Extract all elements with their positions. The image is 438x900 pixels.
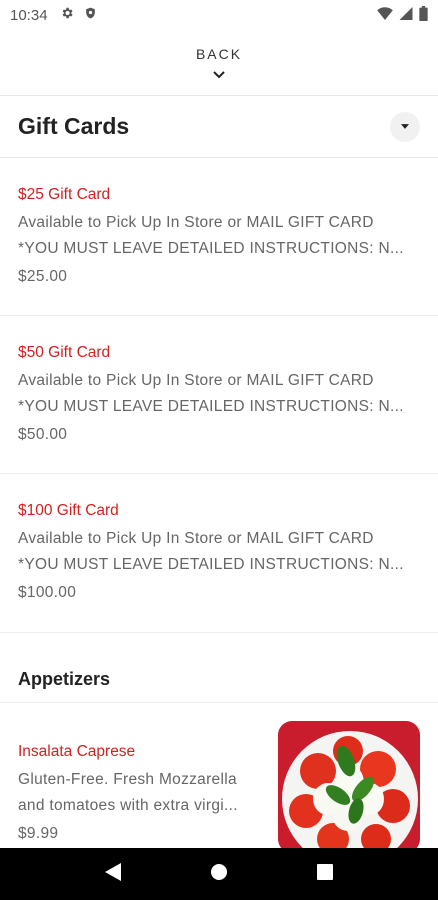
- category-title: Appetizers: [18, 669, 111, 689]
- section-title: Gift Cards: [18, 113, 130, 139]
- item-price: $9.99: [18, 825, 59, 842]
- item-price: $50.00: [18, 426, 68, 443]
- android-nav-bar: [0, 848, 438, 900]
- item-description: Available to Pick Up In Store or MAIL GI…: [18, 372, 404, 415]
- item-description: Gluten-Free. Fresh Mozzarella and tomato…: [18, 771, 238, 814]
- gear-icon: [60, 6, 74, 24]
- signal-icon: [399, 6, 413, 24]
- item-description: Available to Pick Up In Store or MAIL GI…: [18, 214, 404, 257]
- item-name: $50 Gift Card: [18, 344, 111, 361]
- caret-down-icon: [401, 124, 409, 129]
- menu-item-insalata-caprese[interactable]: Insalata Caprese Gluten-Free. Fresh Mozz…: [0, 703, 438, 853]
- item-description: Available to Pick Up In Store or MAIL GI…: [18, 530, 404, 573]
- back-label: BACK: [195, 46, 243, 62]
- menu-item-gift-25[interactable]: $25 Gift Card Available to Pick Up In St…: [0, 158, 438, 316]
- menu-item-gift-50[interactable]: $50 Gift Card Available to Pick Up In St…: [0, 316, 438, 474]
- appetizers-category-header: Appetizers: [0, 633, 438, 703]
- menu-item-gift-100[interactable]: $100 Gift Card Available to Pick Up In S…: [0, 474, 438, 633]
- battery-icon: [419, 5, 428, 25]
- item-name: Insalata Caprese: [18, 743, 136, 760]
- status-bar: 10:34: [0, 0, 438, 30]
- chevron-down-icon: [213, 64, 225, 83]
- recents-square-icon[interactable]: [317, 864, 334, 884]
- gift-cards-section-header[interactable]: Gift Cards: [0, 96, 438, 158]
- item-name: $100 Gift Card: [18, 502, 119, 519]
- item-price: $100.00: [18, 584, 77, 601]
- caprese-photo: [278, 721, 420, 853]
- status-time: 10:34: [10, 6, 48, 24]
- back-button[interactable]: BACK: [0, 30, 438, 96]
- item-price: $25.00: [18, 268, 68, 285]
- shield-icon: [84, 6, 97, 24]
- collapse-button[interactable]: [390, 111, 420, 142]
- item-name: $25 Gift Card: [18, 186, 111, 203]
- wifi-icon: [377, 6, 393, 24]
- home-circle-icon[interactable]: [210, 863, 228, 885]
- back-triangle-icon[interactable]: [104, 863, 121, 885]
